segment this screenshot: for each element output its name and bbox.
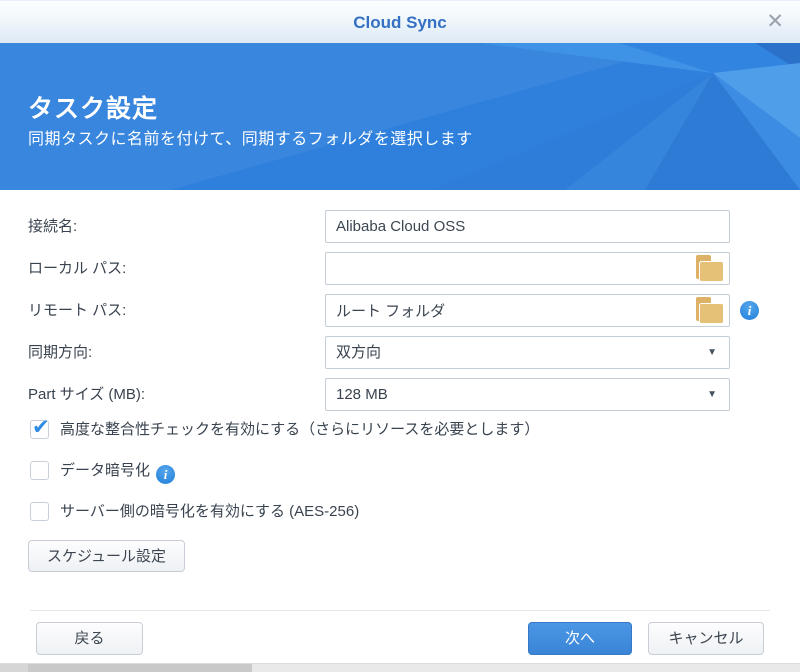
remote-path-browse-button[interactable]: [693, 296, 727, 325]
checkbox-row-server-encryption: サーバー側の暗号化を有効にする (AES-256): [0, 501, 800, 523]
remote-path-info-icon[interactable]: i: [740, 301, 759, 320]
connection-name-label: 接続名:: [28, 218, 78, 235]
back-button[interactable]: 戻る: [36, 622, 143, 655]
page-subtitle: 同期タスクに名前を付けて、同期するフォルダを選択します: [28, 131, 473, 148]
check-icon: ✔: [32, 416, 50, 439]
part-size-label: Part サイズ (MB):: [28, 386, 146, 403]
window-title: Cloud Sync: [353, 13, 447, 32]
local-path-input[interactable]: [326, 253, 729, 284]
part-size-value: 128 MB: [336, 386, 388, 403]
next-button[interactable]: 次へ: [528, 622, 632, 655]
remote-path-input[interactable]: [326, 295, 729, 326]
connection-name-field-wrap: [325, 210, 730, 243]
local-path-field-wrap: [325, 252, 730, 285]
local-path-label: ローカル パス:: [28, 260, 127, 277]
remote-path-label: リモート パス:: [28, 302, 127, 319]
cancel-button[interactable]: キャンセル: [648, 622, 764, 655]
chevron-down-icon: ▼: [707, 389, 717, 400]
remote-path-field-wrap: [325, 294, 730, 327]
row-part-size: Part サイズ (MB): 128 MB ▼: [0, 378, 800, 411]
connection-name-input[interactable]: [326, 211, 729, 242]
banner: タスク設定 同期タスクに名前を付けて、同期するフォルダを選択します: [0, 43, 800, 190]
chevron-down-icon: ▼: [707, 347, 717, 358]
row-sync-direction: 同期方向: 双方向 ▼: [0, 336, 800, 369]
page-title: タスク設定: [28, 95, 159, 123]
data-encryption-label: データ暗号化 i: [60, 460, 176, 484]
checkbox-row-integrity: ✔ 高度な整合性チェックを有効にする（さらにリソースを必要とします）: [0, 416, 800, 441]
data-encryption-info-icon[interactable]: i: [156, 465, 176, 484]
sync-direction-value: 双方向: [336, 344, 382, 361]
checkbox-row-encryption: データ暗号化 i: [0, 460, 800, 484]
close-icon[interactable]: ✕: [766, 1, 784, 42]
server-encryption-label: サーバー側の暗号化を有効にする (AES-256): [60, 503, 360, 520]
integrity-checkbox-label: 高度な整合性チェックを有効にする（さらにリソースを必要とします）: [60, 421, 540, 438]
row-local-path: ローカル パス:: [0, 252, 800, 285]
part-size-select[interactable]: 128 MB ▼: [325, 378, 730, 411]
local-path-browse-button[interactable]: [693, 254, 727, 283]
footer-divider: [30, 610, 770, 611]
row-connection-name: 接続名:: [0, 210, 800, 243]
schedule-settings-button[interactable]: スケジュール設定: [28, 540, 185, 572]
integrity-checkbox[interactable]: ✔: [30, 416, 50, 439]
cloud-sync-dialog: Cloud Sync ✕ タスク設定 同期タスクに名前を付けて、同期するフォルダ…: [0, 0, 800, 672]
background-window-strip: [0, 663, 800, 672]
titlebar: Cloud Sync ✕: [0, 0, 800, 43]
server-encryption-checkbox[interactable]: [30, 502, 49, 521]
sync-direction-label: 同期方向:: [28, 344, 93, 361]
data-encryption-checkbox[interactable]: [30, 461, 49, 480]
row-remote-path: リモート パス: i: [0, 294, 800, 327]
sync-direction-select[interactable]: 双方向 ▼: [325, 336, 730, 369]
